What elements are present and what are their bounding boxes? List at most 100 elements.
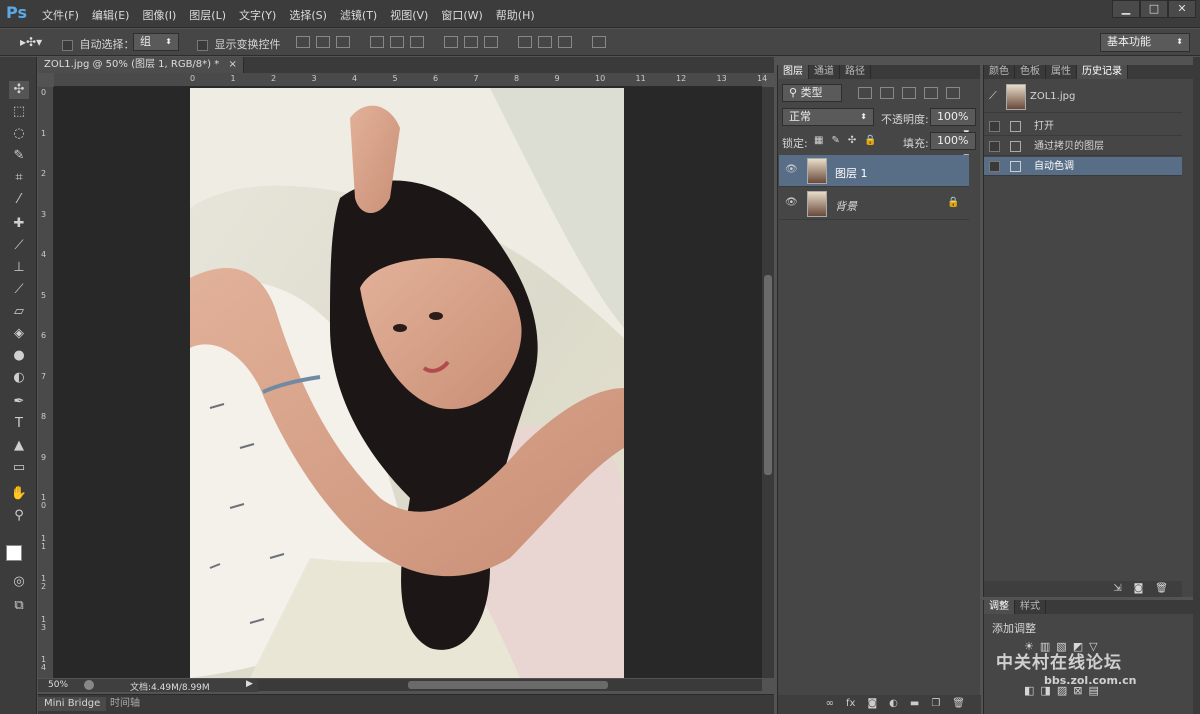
eyedropper-tool-icon[interactable]: ⁄ xyxy=(9,191,29,209)
distribute-right-icon[interactable] xyxy=(558,36,572,48)
layer-name[interactable]: 背景 xyxy=(835,198,857,214)
marquee-tool-icon[interactable]: ⬚ xyxy=(9,103,29,121)
tab-swatches[interactable]: 色板 xyxy=(1015,65,1046,79)
new-adjustment-icon[interactable]: ◐ xyxy=(889,698,898,714)
align-vcenter-icon[interactable] xyxy=(316,36,330,48)
close-button[interactable]: ✕ xyxy=(1168,0,1196,18)
menu-image[interactable]: 图像(I) xyxy=(142,7,176,23)
delete-state-icon[interactable]: 🗑 xyxy=(1155,583,1168,597)
tab-timeline[interactable]: 时间轴 xyxy=(104,697,146,711)
filter-smart-object-icon[interactable] xyxy=(946,87,960,99)
layer-row[interactable]: 👁 图层 1 xyxy=(779,155,969,187)
shape-tool-icon[interactable]: ▭ xyxy=(9,459,29,477)
menu-window[interactable]: 窗口(W) xyxy=(441,7,482,23)
vertical-scroll-thumb[interactable] xyxy=(764,275,772,475)
menu-type[interactable]: 文字(Y) xyxy=(239,7,276,23)
history-snapshot[interactable]: ⟋ ZOL1.jpg xyxy=(984,81,1182,113)
filter-type-icon[interactable] xyxy=(902,87,916,99)
history-item[interactable]: 打开 xyxy=(984,117,1182,136)
auto-select-checkbox[interactable] xyxy=(62,39,73,51)
move-tool-preset-icon[interactable]: ▸✣▾ xyxy=(20,35,42,49)
menu-view[interactable]: 视图(V) xyxy=(390,7,428,23)
history-brush-source-icon[interactable]: ⟋ xyxy=(989,89,997,103)
document-image[interactable] xyxy=(190,88,624,678)
hand-tool-icon[interactable]: ✋ xyxy=(9,485,29,503)
type-tool-icon[interactable]: T xyxy=(9,415,29,433)
menu-layer[interactable]: 图层(L) xyxy=(189,7,226,23)
align-left-icon[interactable] xyxy=(370,36,384,48)
distribute-bottom-icon[interactable] xyxy=(484,36,498,48)
filter-shape-icon[interactable] xyxy=(924,87,938,99)
path-select-tool-icon[interactable]: ▲ xyxy=(9,437,29,455)
opacity-field[interactable]: 100%▾ xyxy=(930,108,976,139)
tab-color[interactable]: 颜色 xyxy=(984,65,1015,79)
vertical-scrollbar[interactable] xyxy=(762,87,774,678)
minimize-button[interactable]: ▁ xyxy=(1112,0,1140,18)
new-group-icon[interactable]: ▬ xyxy=(910,698,919,714)
auto-align-icon[interactable] xyxy=(592,36,606,48)
distribute-left-icon[interactable] xyxy=(518,36,532,48)
blur-tool-icon[interactable]: ● xyxy=(9,347,29,365)
add-mask-icon[interactable]: ◙ xyxy=(867,698,877,714)
tab-adjustments[interactable]: 调整 xyxy=(984,600,1015,614)
document-tab-close-icon[interactable]: × xyxy=(228,59,236,70)
auto-select-dropdown[interactable]: 组 ⬍ xyxy=(133,33,179,51)
dodge-tool-icon[interactable]: ◐ xyxy=(9,369,29,387)
move-tool-icon[interactable]: ✣ xyxy=(9,81,29,99)
fill-field[interactable]: 100%▾ xyxy=(930,132,976,163)
pen-tool-icon[interactable]: ✒ xyxy=(9,393,29,411)
lasso-tool-icon[interactable]: ◌ xyxy=(9,125,29,143)
tab-paths[interactable]: 路径 xyxy=(840,65,871,79)
horizontal-scroll-thumb[interactable] xyxy=(408,681,608,689)
status-info-icon[interactable] xyxy=(84,680,94,690)
status-menu-arrow-icon[interactable]: ▶ xyxy=(246,679,253,689)
document-tab[interactable]: ZOL1.jpg @ 50% (图层 1, RGB/8*) * × xyxy=(38,57,244,73)
menu-help[interactable]: 帮助(H) xyxy=(496,7,535,23)
brush-tool-icon[interactable]: ⟋ xyxy=(9,237,29,255)
layer-name[interactable]: 图层 1 xyxy=(835,165,868,181)
menu-edit[interactable]: 编辑(E) xyxy=(92,7,130,23)
lock-pixels-icon[interactable]: ✎ xyxy=(831,135,839,146)
align-top-icon[interactable] xyxy=(296,36,310,48)
tab-channels[interactable]: 通道 xyxy=(809,65,840,79)
history-brush-tool-icon[interactable]: ⟋ xyxy=(9,281,29,299)
lock-transparent-icon[interactable]: ▦ xyxy=(814,135,823,146)
invert-icon[interactable]: ◧ xyxy=(1024,684,1034,697)
visibility-eye-icon[interactable]: 👁 xyxy=(785,164,799,176)
distribute-vcenter-icon[interactable] xyxy=(464,36,478,48)
horizontal-scrollbar[interactable] xyxy=(258,679,762,691)
blend-mode-dropdown[interactable]: 正常 ⬍ xyxy=(782,108,874,126)
visibility-eye-icon[interactable]: 👁 xyxy=(785,197,799,209)
filter-pixel-icon[interactable] xyxy=(858,87,872,99)
align-bottom-icon[interactable] xyxy=(336,36,350,48)
align-right-icon[interactable] xyxy=(410,36,424,48)
clone-stamp-tool-icon[interactable]: ⊥ xyxy=(9,259,29,277)
menu-file[interactable]: 文件(F) xyxy=(42,7,79,23)
show-transform-checkbox[interactable] xyxy=(197,39,208,51)
layer-row[interactable]: 👁 背景 🔒 xyxy=(779,188,969,220)
tab-properties[interactable]: 属性 xyxy=(1046,65,1077,79)
foreground-color-swatch[interactable] xyxy=(6,545,22,561)
align-hcenter-icon[interactable] xyxy=(390,36,404,48)
workspace-dropdown[interactable]: 基本功能 ⬍ xyxy=(1100,33,1190,52)
restore-button[interactable]: □ xyxy=(1140,0,1168,18)
history-item[interactable]: 通过拷贝的图层 xyxy=(984,137,1182,156)
history-item[interactable]: 自动色调 xyxy=(984,157,1182,176)
zoom-tool-icon[interactable]: ⚲ xyxy=(9,507,29,525)
distribute-hcenter-icon[interactable] xyxy=(538,36,552,48)
distribute-top-icon[interactable] xyxy=(444,36,458,48)
screen-mode-icon[interactable]: ⧉ xyxy=(9,597,29,615)
history-item-checkbox[interactable] xyxy=(989,121,1000,132)
lock-all-icon[interactable]: 🔒 xyxy=(864,135,876,146)
filter-adjustment-icon[interactable] xyxy=(880,87,894,99)
new-document-from-state-icon[interactable]: ⇲ xyxy=(1113,583,1121,597)
lock-position-icon[interactable]: ✣ xyxy=(848,135,856,146)
eraser-tool-icon[interactable]: ▱ xyxy=(9,303,29,321)
layer-filter-dropdown[interactable]: ⚲ 类型 xyxy=(782,84,842,102)
healing-brush-tool-icon[interactable]: ✚ xyxy=(9,215,29,233)
history-item-checkbox[interactable] xyxy=(989,141,1000,152)
tab-styles[interactable]: 样式 xyxy=(1015,600,1046,614)
tab-history[interactable]: 历史记录 xyxy=(1077,65,1128,79)
layer-style-icon[interactable]: fx xyxy=(846,698,855,714)
link-layers-icon[interactable]: ∞ xyxy=(826,698,834,714)
